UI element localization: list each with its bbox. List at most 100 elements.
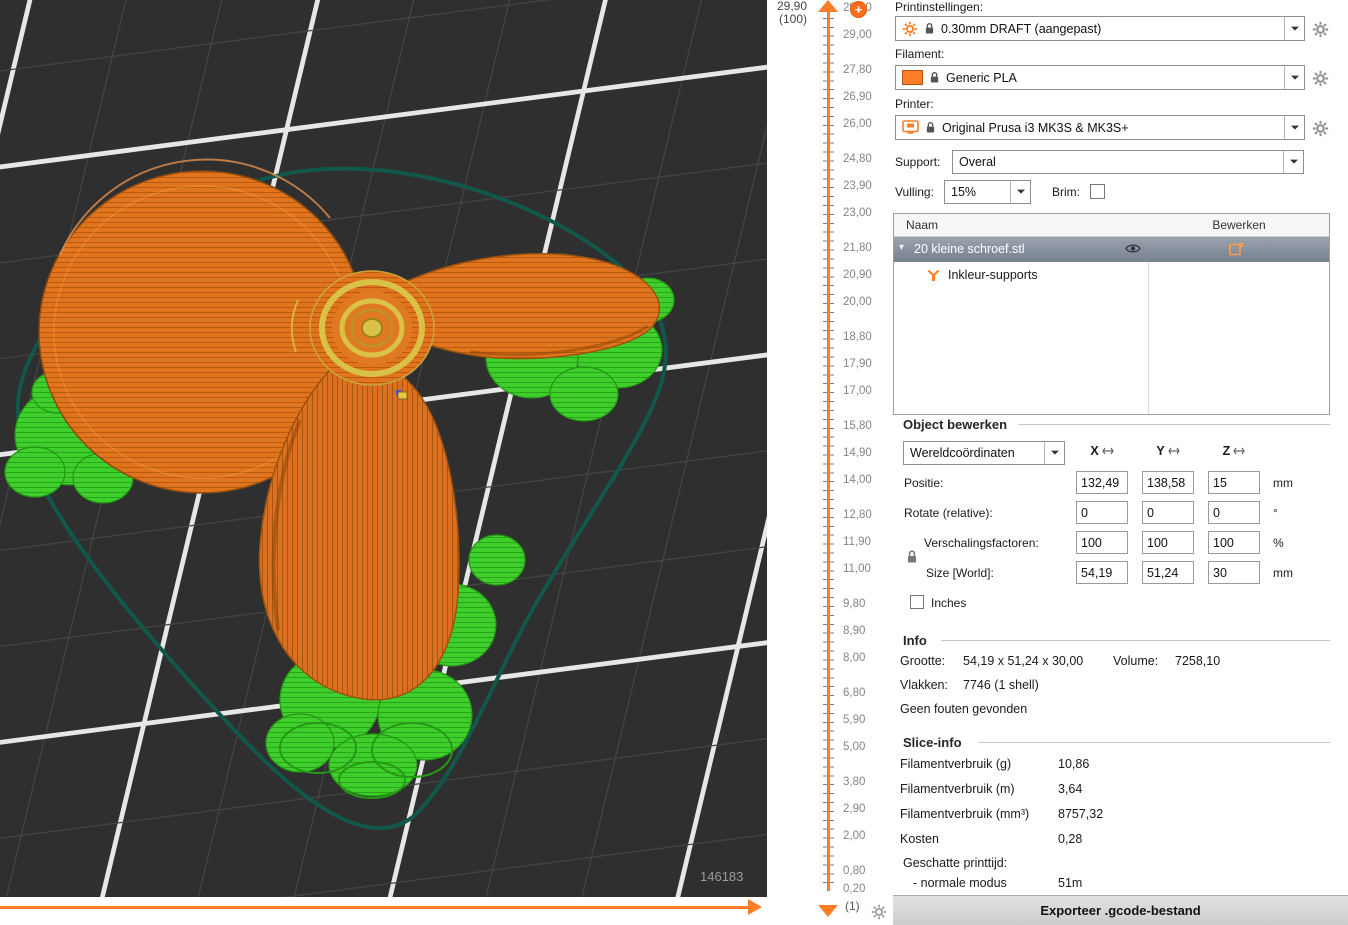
- size-label: Size [World]:: [926, 566, 994, 580]
- vertical-layer-slider[interactable]: 29,90 (100) + 29,9029,0027,8026,9026,002…: [767, 0, 893, 925]
- print-time-title: Geschatte printtijd:: [903, 856, 1008, 870]
- scale-x-input[interactable]: [1076, 531, 1128, 554]
- section-divider: [978, 742, 1330, 743]
- edit-print-settings-button[interactable]: [1312, 21, 1329, 38]
- rotate-z-input[interactable]: [1208, 501, 1260, 524]
- object-row-sub-item[interactable]: Inkleur-supports: [894, 262, 1329, 289]
- inches-checkbox[interactable]: [910, 595, 924, 609]
- brim-checkbox[interactable]: [1090, 184, 1105, 199]
- size-x-input[interactable]: [1076, 561, 1128, 584]
- rotate-unit: °: [1273, 506, 1278, 520]
- vertical-slider-track[interactable]: [827, 9, 830, 891]
- size-y-input[interactable]: [1142, 561, 1194, 584]
- filament-g-label: Filamentverbruik (g): [900, 757, 1012, 771]
- layer-tick-label: 11,90: [843, 535, 871, 548]
- filament-m-label: Filamentverbruik (m): [900, 782, 1015, 796]
- infill-select[interactable]: 15%: [944, 180, 1031, 204]
- filament-label: Filament:: [895, 47, 945, 61]
- position-label: Positie:: [904, 476, 944, 490]
- 3d-viewport[interactable]: 146183: [0, 0, 767, 897]
- printer-value: Original Prusa i3 MK3S & MK3S+: [942, 120, 1129, 135]
- layer-tick-label: 26,90: [843, 90, 872, 103]
- object-name: 20 kleine schroef.stl: [914, 242, 1025, 256]
- manipulation-title: Object bewerken: [903, 417, 1008, 432]
- errors-value: Geen fouten gevonden: [900, 702, 1028, 716]
- chevron-down-icon: [1283, 151, 1303, 173]
- size-z-input[interactable]: [1208, 561, 1260, 584]
- filament-g-value: 10,86: [1058, 757, 1090, 771]
- layer-tick-label: 20,00: [843, 295, 872, 308]
- section-divider: [1018, 424, 1330, 425]
- normal-mode-label: - normale modus: [913, 876, 1007, 890]
- rotate-y-input[interactable]: [1142, 501, 1194, 524]
- print-settings-value: 0.30mm DRAFT (aangepast): [941, 21, 1102, 36]
- size-info-label: Grootte:: [900, 654, 946, 668]
- object-row-selected[interactable]: ▾ 20 kleine schroef.stl: [894, 237, 1329, 262]
- axis-y-header: Y: [1142, 444, 1194, 458]
- uniform-scale-lock-icon[interactable]: [906, 549, 918, 569]
- axis-x-header: X: [1076, 444, 1128, 458]
- scale-y-input[interactable]: [1142, 531, 1194, 554]
- sliced-model-scene: [0, 0, 767, 897]
- bottom-layer-index: (1): [845, 899, 860, 913]
- layer-tick-label: 15,80: [843, 420, 872, 433]
- horizontal-slider-track[interactable]: [0, 906, 748, 909]
- cost-label: Kosten: [900, 832, 939, 846]
- edit-filament-button[interactable]: [1312, 70, 1329, 87]
- position-x-input[interactable]: [1076, 471, 1128, 494]
- layer-tick-label: 26,00: [843, 117, 872, 130]
- facets-label: Vlakken:: [900, 678, 948, 692]
- axis-x-mirror-icon: [1101, 447, 1114, 455]
- filament-mm3-label: Filamentverbruik (mm³): [900, 807, 1030, 821]
- print-settings-label: Printinstellingen:: [895, 0, 984, 14]
- rotate-x-input[interactable]: [1076, 501, 1128, 524]
- layer-tick-label: 12,80: [843, 509, 872, 522]
- chevron-down-icon: [1284, 17, 1304, 40]
- column-edit-header: Bewerken: [1212, 218, 1266, 232]
- slider-settings-gear-icon[interactable]: [871, 904, 890, 923]
- print-settings-select[interactable]: 0.30mm DRAFT (aangepast): [895, 16, 1305, 41]
- export-gcode-button[interactable]: Exporteer .gcode-bestand: [893, 895, 1348, 925]
- layer-tick-label: 18,80: [843, 331, 872, 344]
- facets-value: 7746 (1 shell): [963, 678, 1039, 692]
- axis-z-mirror-icon: [1233, 447, 1246, 455]
- slider-down-arrow-icon[interactable]: [818, 905, 838, 917]
- scale-z-input[interactable]: [1208, 531, 1260, 554]
- printable-toggle-icon[interactable]: [1229, 242, 1244, 259]
- layer-tick-label: 23,00: [843, 206, 872, 219]
- support-select[interactable]: Overal: [952, 150, 1304, 174]
- column-name-header: Naam: [906, 218, 939, 232]
- slider-up-arrow-icon[interactable]: [818, 0, 838, 12]
- printer-select[interactable]: Original Prusa i3 MK3S & MK3S+: [895, 115, 1305, 140]
- position-y-input[interactable]: [1142, 471, 1194, 494]
- scale-unit: %: [1273, 536, 1284, 550]
- layer-tick-label: 14,00: [843, 473, 872, 486]
- filament-select[interactable]: Generic PLA: [895, 65, 1305, 90]
- chevron-down-icon: [1044, 442, 1064, 464]
- edit-printer-button[interactable]: [1312, 120, 1329, 137]
- layer-tick-label: 8,00: [843, 651, 866, 664]
- size-info-value: 54,19 x 51,24 x 30,00: [963, 654, 1084, 668]
- volume-value: 7258,10: [1175, 654, 1221, 668]
- inches-label: Inches: [931, 596, 967, 610]
- add-color-change-button[interactable]: +: [850, 1, 867, 18]
- layer-tick-label: 8,90: [843, 624, 866, 637]
- printer-label: Printer:: [895, 97, 934, 111]
- visibility-eye-icon[interactable]: [1125, 243, 1141, 257]
- layer-tick-label: 11,00: [843, 562, 871, 575]
- horizontal-slider-arrow-icon[interactable]: [748, 899, 762, 915]
- horizontal-move-slider[interactable]: [0, 897, 767, 925]
- cost-value: 0,28: [1058, 832, 1083, 846]
- support-label: Support:: [895, 155, 941, 169]
- settings-panel: Printinstellingen: 0.30mm DRAFT (aangepa…: [893, 0, 1348, 925]
- current-layer-readout: 29,90 (100): [767, 0, 807, 26]
- coordinate-system-select[interactable]: Wereldcoördinaten: [903, 441, 1065, 465]
- filament-m-value: 3,64: [1058, 782, 1083, 796]
- section-divider: [941, 640, 1330, 641]
- position-z-input[interactable]: [1208, 471, 1260, 494]
- layer-tick-label: 0,80: [843, 865, 866, 878]
- axis-y-mirror-icon: [1167, 447, 1180, 455]
- chevron-down-icon: [1010, 181, 1030, 203]
- expand-chevron-icon[interactable]: ▾: [899, 242, 904, 253]
- layer-tick-label: 0,20: [843, 883, 866, 895]
